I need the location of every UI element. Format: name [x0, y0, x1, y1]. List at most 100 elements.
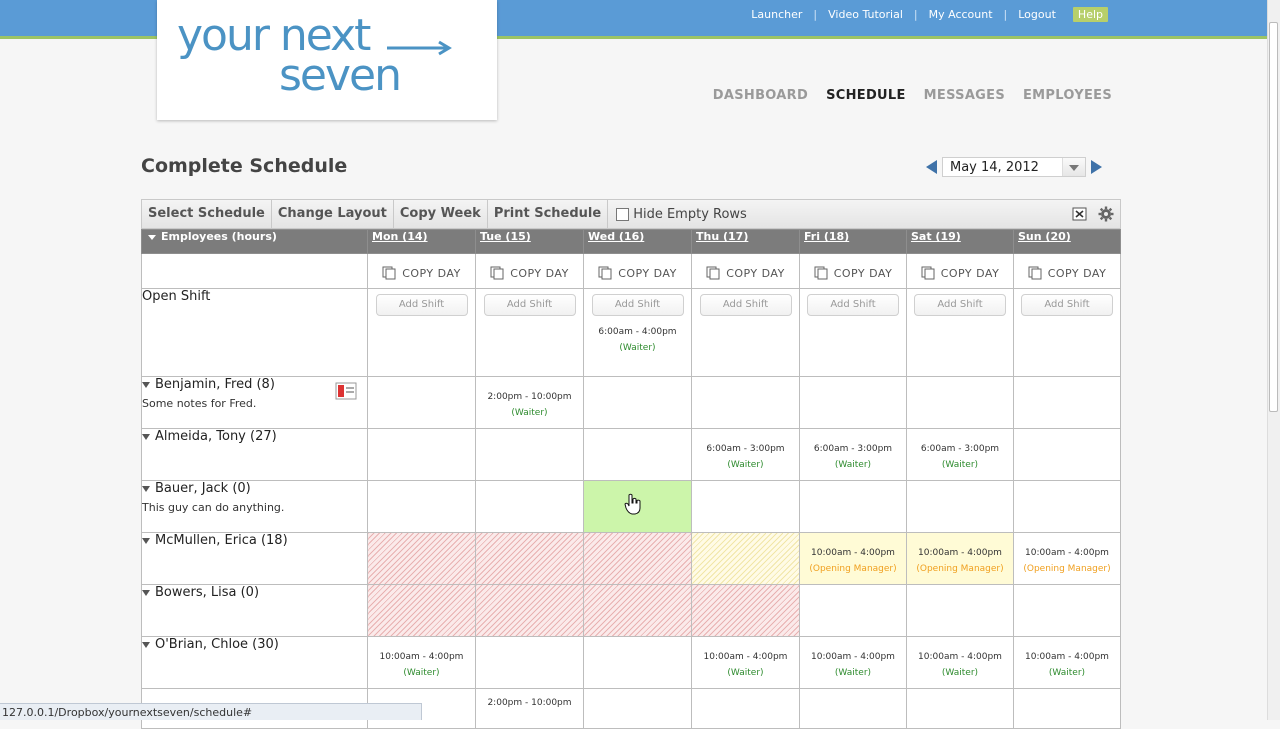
availability-icon[interactable] [335, 382, 357, 400]
shift-cell[interactable]: Add Shift [906, 288, 1014, 377]
shift-cell[interactable] [1013, 376, 1121, 429]
day-label[interactable]: Tue (15) [480, 230, 531, 243]
unavailable-cell[interactable] [367, 532, 476, 585]
shift-cell[interactable]: 10:00am - 4:00pm (Waiter) [1013, 636, 1121, 689]
print-schedule-button[interactable]: Print Schedule [488, 200, 609, 228]
shift-cell[interactable]: 6:00am - 3:00pm (Waiter) [906, 428, 1014, 481]
shift-cell[interactable]: Add Shift [691, 288, 800, 377]
copy-day-button[interactable]: COPY DAY [368, 266, 475, 280]
add-shift-button[interactable]: Add Shift [914, 294, 1006, 316]
chevron-down-icon[interactable] [142, 537, 150, 544]
shift-cell[interactable] [475, 480, 584, 533]
shift-cell[interactable]: Add Shift [475, 288, 584, 377]
change-layout-button[interactable]: Change Layout [272, 200, 394, 228]
shift-cell[interactable]: 6:00am - 3:00pm (Waiter) [691, 428, 800, 481]
shift-cell-hover[interactable] [583, 480, 692, 533]
shift-cell[interactable]: 10:00am - 4:00pm (Waiter) [906, 636, 1014, 689]
employee-name-cell[interactable]: Bauer, Jack (0) This guy can do anything… [141, 480, 368, 533]
day-header-mon[interactable]: Mon (14) [367, 229, 476, 254]
chevron-down-icon[interactable] [1062, 158, 1085, 176]
shift-cell[interactable] [906, 584, 1014, 637]
copy-day-button[interactable]: COPY DAY [800, 266, 906, 280]
chevron-down-icon[interactable] [142, 485, 150, 492]
shift-cell[interactable]: Add Shift [367, 288, 476, 377]
shift-cell[interactable]: 10:00am - 4:00pm (Opening Manager) [906, 532, 1014, 585]
day-label[interactable]: Mon (14) [372, 230, 428, 243]
shift-cell[interactable] [799, 584, 907, 637]
shift-block[interactable]: 10:00am - 4:00pm (Opening Manager) [800, 545, 906, 577]
shift-cell[interactable]: Add Shift [799, 288, 907, 377]
unavailable-cell[interactable] [583, 532, 692, 585]
day-header-wed[interactable]: Wed (16) [583, 229, 692, 254]
employee-name-cell[interactable]: O'Brian, Chloe (30) [141, 636, 368, 689]
shift-block[interactable]: 2:00pm - 10:00pm [476, 695, 583, 711]
add-shift-button[interactable]: Add Shift [1021, 294, 1113, 316]
shift-cell[interactable] [906, 688, 1014, 729]
shift-cell[interactable] [906, 376, 1014, 429]
my-account-link[interactable]: My Account [918, 8, 1004, 21]
nav-schedule[interactable]: SCHEDULE [826, 88, 906, 103]
shift-cell[interactable] [367, 480, 476, 533]
shift-block[interactable]: 6:00am - 3:00pm (Waiter) [907, 441, 1013, 473]
shift-block[interactable]: 10:00am - 4:00pm (Waiter) [907, 649, 1013, 681]
shift-cell[interactable]: 10:00am - 4:00pm (Waiter) [691, 636, 800, 689]
shift-cell[interactable] [475, 636, 584, 689]
launcher-link[interactable]: Launcher [740, 8, 813, 21]
shift-cell[interactable] [691, 688, 800, 729]
shift-cell[interactable] [583, 636, 692, 689]
shift-cell[interactable] [583, 688, 692, 729]
add-shift-button[interactable]: Add Shift [699, 294, 792, 316]
nav-dashboard[interactable]: DASHBOARD [713, 88, 808, 103]
shift-cell[interactable] [1013, 480, 1121, 533]
day-label[interactable]: Wed (16) [588, 230, 644, 243]
employee-name-cell[interactable]: Benjamin, Fred (8) Some notes for Fred. [141, 376, 368, 429]
copy-week-button[interactable]: Copy Week [394, 200, 488, 228]
copy-day-button[interactable]: COPY DAY [584, 266, 691, 280]
shift-cell[interactable]: 10:00am - 4:00pm (Opening Manager) [1013, 532, 1121, 585]
shift-cell[interactable]: 2:00pm - 10:00pm [475, 688, 584, 729]
shift-block[interactable]: 10:00am - 4:00pm (Waiter) [800, 649, 906, 681]
nav-employees[interactable]: EMPLOYEES [1023, 88, 1112, 103]
unavailable-cell[interactable] [475, 584, 584, 637]
next-week-icon[interactable] [1091, 160, 1102, 174]
gear-icon[interactable] [1098, 206, 1114, 222]
shift-cell[interactable]: Add Shift [1013, 288, 1121, 377]
day-header-tue[interactable]: Tue (15) [475, 229, 584, 254]
shift-block[interactable]: 10:00am - 4:00pm (Waiter) [368, 649, 475, 681]
add-shift-button[interactable]: Add Shift [375, 294, 468, 316]
employees-header[interactable]: Employees (hours) [141, 229, 368, 254]
employee-name-cell[interactable]: Bowers, Lisa (0) [141, 584, 368, 637]
shift-cell[interactable] [1013, 584, 1121, 637]
help-button[interactable]: Help [1072, 7, 1108, 22]
copy-day-button[interactable]: COPY DAY [692, 266, 799, 280]
scrollbar-thumb[interactable] [1269, 22, 1278, 412]
copy-day-button[interactable]: COPY DAY [1014, 266, 1120, 280]
shift-cell[interactable] [583, 428, 692, 481]
chevron-down-icon[interactable] [142, 433, 150, 440]
prev-week-icon[interactable] [926, 160, 937, 174]
day-label[interactable]: Sat (19) [911, 230, 961, 243]
shift-cell[interactable]: 10:00am - 4:00pm (Waiter) [799, 636, 907, 689]
unavailable-cell[interactable] [367, 584, 476, 637]
employee-name-cell[interactable]: Almeida, Tony (27) [141, 428, 368, 481]
shift-block[interactable]: 6:00am - 3:00pm (Waiter) [692, 441, 799, 473]
day-header-fri[interactable]: Fri (18) [799, 229, 907, 254]
shift-block[interactable]: 2:00pm - 10:00pm (Waiter) [476, 389, 583, 421]
chevron-down-icon[interactable] [142, 641, 150, 648]
logo[interactable]: your next seven [157, 0, 497, 120]
shift-cell[interactable] [475, 428, 584, 481]
shift-block[interactable]: 10:00am - 4:00pm (Waiter) [692, 649, 799, 681]
hide-empty-rows-checkbox[interactable]: Hide Empty Rows [616, 207, 747, 222]
day-header-thu[interactable]: Thu (17) [691, 229, 800, 254]
copy-day-button[interactable]: COPY DAY [907, 266, 1013, 280]
logout-link[interactable]: Logout [1007, 8, 1067, 21]
shift-cell[interactable] [367, 428, 476, 481]
shift-cell[interactable]: 10:00am - 4:00pm (Opening Manager) [799, 532, 907, 585]
chevron-down-icon[interactable] [142, 381, 150, 388]
unavailable-cell[interactable] [691, 584, 800, 637]
excel-export-icon[interactable] [1072, 206, 1088, 222]
day-label[interactable]: Sun (20) [1018, 230, 1071, 243]
shift-cell[interactable]: Add Shift 6:00am - 4:00pm (Waiter) [583, 288, 692, 377]
shift-cell[interactable]: 6:00am - 3:00pm (Waiter) [799, 428, 907, 481]
shift-cell[interactable] [799, 376, 907, 429]
